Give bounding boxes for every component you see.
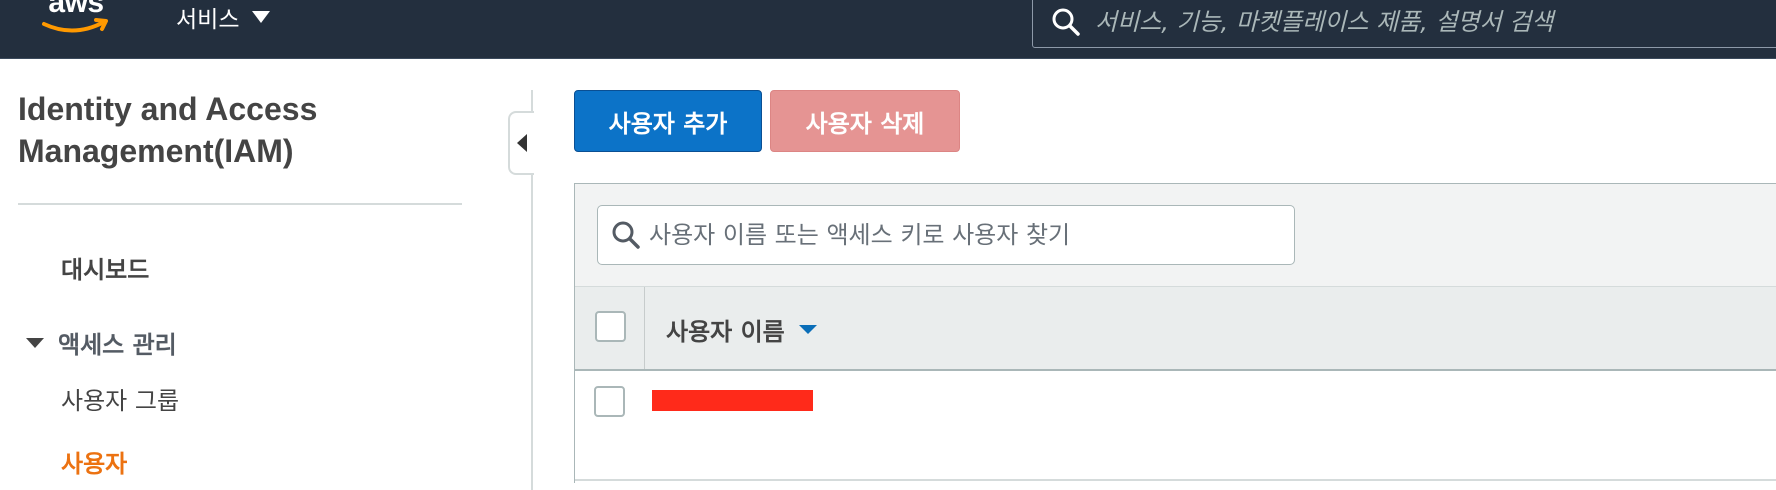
sidebar-section-label: 액세스 관리	[58, 331, 177, 359]
caret-down-icon	[252, 11, 271, 23]
redacted-username[interactable]	[652, 390, 813, 411]
sidebar-item-users[interactable]: 사용자	[61, 444, 127, 479]
search-icon	[612, 221, 640, 249]
user-search-field[interactable]	[597, 205, 1295, 265]
delete-user-button[interactable]: 사용자 삭제	[770, 90, 960, 152]
services-label: 서비스	[176, 7, 240, 33]
users-table: 사용자 이름	[574, 183, 1776, 483]
user-search-input[interactable]	[649, 206, 1294, 264]
column-header-label: 사용자 이름	[666, 318, 785, 346]
aws-logo[interactable]: aws	[40, 0, 112, 42]
table-filter-bar	[575, 184, 1776, 286]
global-search[interactable]	[1032, 0, 1776, 48]
sidebar: Identity and Access Management(IAM) 대시보드…	[0, 60, 534, 490]
global-search-input[interactable]	[1095, 0, 1776, 47]
header-checkbox-cell	[575, 287, 645, 369]
search-icon	[1052, 8, 1080, 36]
sidebar-section-access-management[interactable]: 액세스 관리	[26, 325, 177, 360]
caret-down-icon	[26, 337, 44, 348]
top-nav: aws 서비스	[0, 0, 1776, 59]
row-checkbox[interactable]	[594, 386, 625, 417]
collapse-left-icon	[517, 134, 527, 152]
sidebar-collapse-button[interactable]	[508, 111, 534, 175]
sort-desc-icon	[798, 325, 817, 334]
aws-smile-icon	[42, 18, 108, 33]
sidebar-item-user-groups[interactable]: 사용자 그룹	[61, 381, 179, 416]
services-menu[interactable]: 서비스	[176, 0, 271, 34]
sidebar-divider	[18, 203, 462, 205]
sidebar-title: Identity and Access Management(IAM)	[18, 91, 318, 169]
add-user-button[interactable]: 사용자 추가	[574, 90, 762, 152]
select-all-checkbox[interactable]	[595, 311, 626, 342]
table-header: 사용자 이름	[575, 286, 1776, 371]
sidebar-item-dashboard[interactable]: 대시보드	[61, 250, 149, 285]
column-header-username[interactable]: 사용자 이름	[666, 312, 817, 347]
row-divider	[575, 479, 1776, 481]
